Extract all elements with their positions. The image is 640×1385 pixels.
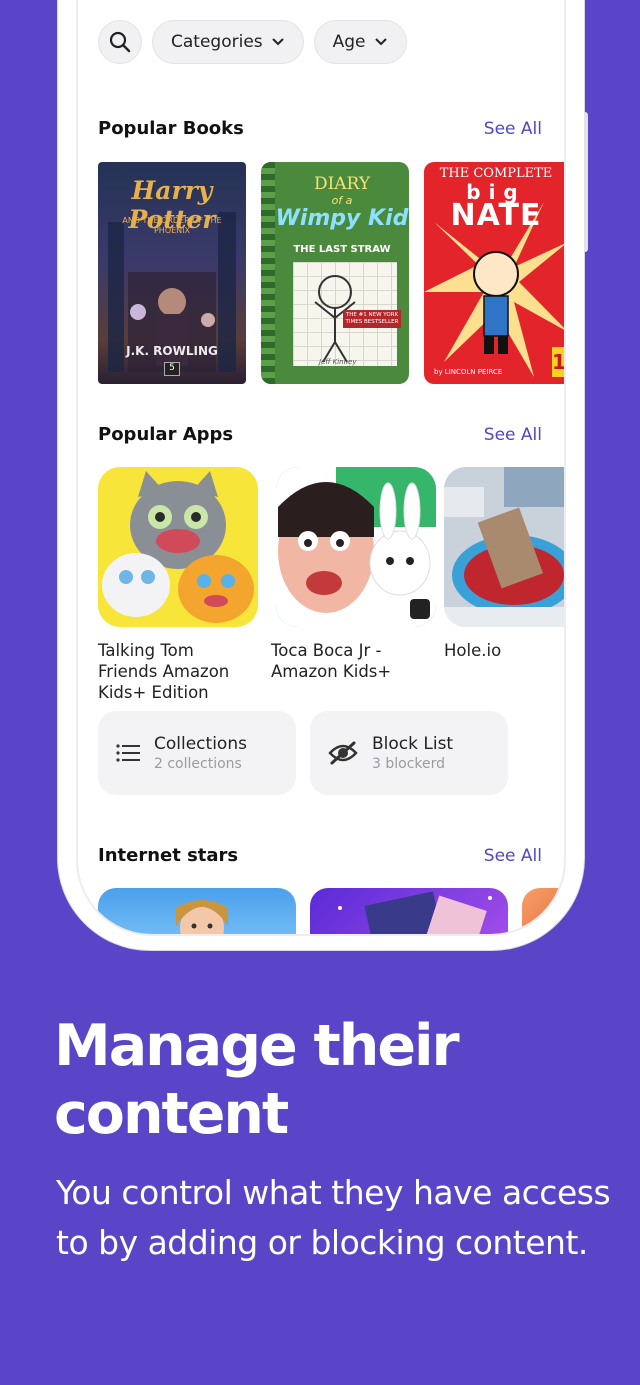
phone-side-button	[584, 112, 588, 252]
app-name-talking-tom: Talking Tom Friends Amazon Kids+ Edition	[98, 641, 230, 702]
toca-boca-art	[276, 467, 436, 627]
book-subtitle: THE LAST STRAW	[293, 244, 391, 255]
chevron-down-icon	[271, 38, 284, 46]
collections-count: 2 collections	[154, 756, 242, 772]
app-icon-hole-io[interactable]	[444, 467, 564, 627]
app-name-toca-boca: Toca Boca Jr - Amazon Kids+	[271, 641, 392, 681]
book-title-main: NATE	[450, 198, 542, 233]
book-subtitle: AND THE ORDER OF THE PHOENIX	[122, 216, 222, 235]
popular-apps-header: Popular Apps See All	[98, 424, 542, 445]
book-author: by LINCOLN PEIRCE	[434, 368, 503, 376]
filter-row: Categories Age	[98, 20, 407, 64]
internet-stars-header: Internet stars See All	[98, 845, 542, 866]
categories-filter[interactable]: Categories	[152, 20, 304, 64]
collections-title: Collections	[154, 734, 247, 754]
eye-slash-icon	[328, 741, 358, 765]
search-button[interactable]	[98, 20, 142, 64]
popular-books-header: Popular Books See All	[98, 118, 542, 139]
app-name-hole-io: Hole.io	[444, 641, 502, 660]
popular-books-title: Popular Books	[98, 118, 244, 139]
app-icon-toca-boca[interactable]	[276, 467, 436, 627]
chevron-down-icon	[374, 38, 387, 46]
book-number: 5	[164, 362, 180, 376]
book-author: Jeff Kinney	[319, 358, 357, 366]
popular-books-see-all[interactable]: See All	[484, 119, 542, 139]
popular-apps-title: Popular Apps	[98, 424, 234, 445]
app-icon-talking-tom[interactable]	[98, 467, 258, 627]
book-cover-big-nate[interactable]: THE COMPLETE big NATE by LINCOLN PEIRCE …	[424, 162, 566, 384]
book-title: THE COMPLETE	[439, 166, 553, 181]
book-author: J.K. ROWLING	[126, 344, 218, 358]
marketing-headline: Manage their content	[54, 1013, 460, 1147]
book-spine	[261, 162, 275, 384]
book-cover-wimpy-kid[interactable]: DIARY of a Wimpy Kid THE LAST STRAW THE …	[261, 162, 409, 384]
block-list-text: Block List 3 blockerd	[372, 734, 453, 772]
internet-stars-see-all[interactable]: See All	[484, 846, 542, 866]
internet-stars-title: Internet stars	[98, 845, 239, 866]
age-label: Age	[332, 32, 366, 52]
categories-label: Categories	[171, 32, 263, 52]
hole-io-art	[444, 467, 564, 627]
star-thumb-art	[338, 891, 492, 934]
collections-text: Collections 2 collections	[154, 734, 247, 772]
block-list-title: Block List	[372, 734, 454, 754]
star-thumb-art	[176, 900, 228, 934]
marketing-subcopy: You control what they have access to by …	[56, 1173, 611, 1262]
talking-tom-art	[102, 471, 254, 623]
book-title-main: Wimpy Kid	[275, 206, 409, 231]
app-screen: Categories Age Popular Books See All Har…	[76, 0, 566, 936]
collections-card[interactable]: Collections 2 collections	[98, 711, 296, 795]
internet-star-thumb[interactable]	[522, 888, 564, 934]
popular-apps-see-all[interactable]: See All	[484, 425, 542, 445]
block-list-card[interactable]: Block List 3 blockerd	[310, 711, 508, 795]
internet-star-thumb[interactable]	[98, 888, 296, 934]
internet-star-thumb[interactable]	[310, 888, 508, 934]
block-list-count: 3 blockerd	[372, 756, 446, 772]
book-cover-harry-potter[interactable]: Harry Potter AND THE ORDER OF THE PHOENI…	[98, 162, 246, 384]
age-filter[interactable]: Age	[313, 20, 407, 64]
book-badge: THE #1 NEW YORK TIMES BESTSELLER	[343, 310, 401, 328]
book-number: 1	[552, 350, 566, 374]
book-title: DIARY	[313, 174, 371, 194]
list-icon	[116, 744, 140, 762]
search-icon	[109, 31, 131, 53]
